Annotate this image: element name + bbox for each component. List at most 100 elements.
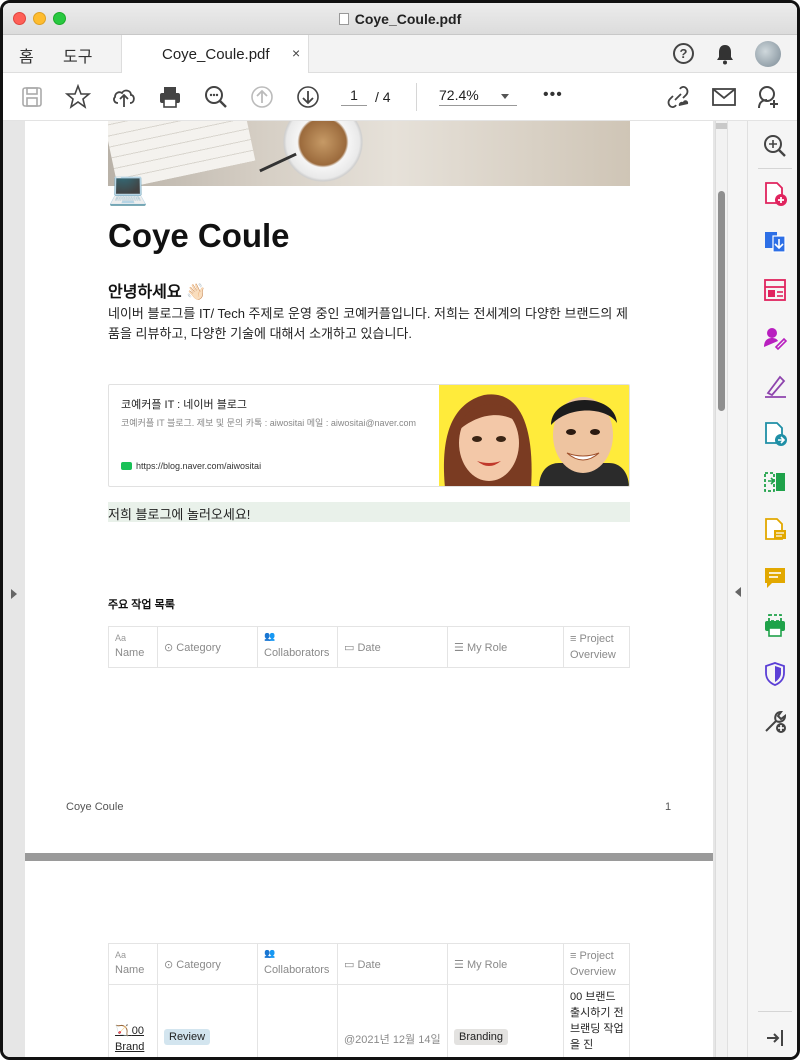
column-header-collaborators[interactable]: 👥 Collaborators — [258, 944, 338, 984]
cell-role[interactable]: Branding — [448, 985, 564, 1057]
table-row[interactable]: 🏹 00 Brand Review @2021년 12월 14일 Brandin… — [108, 984, 630, 1057]
column-label-role-text: My Role — [466, 959, 508, 971]
cell-name[interactable]: 🏹 00 Brand — [108, 985, 158, 1057]
fill-sign-icon[interactable] — [762, 373, 788, 399]
tab-bar: 홈 도구 Coye_Coule.pdf × ? — [3, 35, 797, 73]
tab-document[interactable]: Coye_Coule.pdf × — [121, 35, 309, 73]
row-name-link[interactable]: 🏹 00 Brand — [115, 1023, 157, 1055]
column-header-date[interactable]: ▭ Date — [338, 944, 448, 984]
cell-date[interactable]: @2021년 12월 14일 — [338, 985, 448, 1057]
document-icon — [338, 13, 349, 25]
column-header-overview[interactable]: ≡ Project Overview — [564, 627, 630, 667]
table-header-row: Aa Name ⊙ Category 👥 Collaborators ▭ Dat… — [108, 944, 630, 984]
notification-bell-icon[interactable] — [715, 43, 735, 65]
multiselect-type-icon: ☰ — [454, 959, 464, 971]
request-signatures-icon[interactable] — [762, 325, 788, 351]
help-icon[interactable]: ? — [673, 43, 694, 64]
page-number-input[interactable]: 1 — [341, 87, 367, 106]
add-user-icon[interactable] — [755, 84, 781, 110]
compare-files-icon[interactable] — [762, 469, 788, 495]
bookmark-star-icon[interactable] — [65, 84, 91, 110]
column-header-category[interactable]: ⊙ Category — [158, 944, 258, 984]
page-footer-title: Coye Coule — [66, 801, 124, 813]
page-separator — [25, 853, 713, 861]
user-avatar[interactable] — [755, 41, 781, 67]
column-label-date: ▭ Date — [344, 958, 381, 971]
tools-panel — [747, 121, 797, 1057]
column-label-role: ☰ My Role — [454, 641, 507, 654]
text-type-icon: Aa — [115, 633, 127, 643]
cell-collaborators[interactable] — [258, 985, 338, 1057]
column-header-name[interactable]: Aa Name — [108, 627, 158, 667]
export-pdf-icon[interactable] — [762, 229, 788, 255]
previous-page-icon[interactable] — [249, 84, 275, 110]
comment-icon[interactable] — [762, 565, 788, 591]
column-header-collaborators[interactable]: 👥 Collaborators — [258, 627, 338, 667]
comment-file-icon[interactable] — [762, 517, 788, 543]
select-type-icon: ⊙ — [164, 959, 174, 971]
close-tab-button[interactable]: × — [292, 45, 300, 61]
calendar-icon: ▭ — [344, 959, 355, 971]
share-link-icon[interactable] — [665, 84, 691, 110]
cell-category[interactable]: Review — [158, 985, 258, 1057]
people-type-icon: 👥 — [264, 948, 276, 958]
more-options-icon[interactable]: ••• — [543, 86, 563, 104]
more-tools-wrench-icon[interactable] — [762, 709, 788, 735]
create-pdf-icon[interactable] — [762, 181, 788, 207]
table-header-row: Aa Name ⊙ Category 👥 Collaborators ▭ Dat… — [108, 627, 630, 667]
blog-bookmark-card[interactable]: 코예커플 IT : 네이버 블로그 코예커플 IT 블로그. 제보 및 문의 카… — [108, 384, 630, 487]
row-date: @2021년 12월 14일 — [344, 1034, 441, 1046]
zoom-tool-icon[interactable] — [762, 133, 788, 159]
next-page-icon[interactable] — [295, 84, 321, 110]
upload-cloud-icon[interactable] — [111, 84, 137, 110]
window-title-text: Coye_Coule.pdf — [354, 11, 462, 27]
people-type-icon: 👥 — [264, 631, 276, 641]
cell-overview[interactable]: 00 브랜드 출시하기 전 브랜딩 작업을 진 — [564, 985, 630, 1057]
column-label-date-text: Date — [357, 642, 381, 654]
toolbar-divider — [416, 83, 417, 111]
bookmark-url[interactable]: https://blog.naver.com/aiwositai — [121, 461, 261, 471]
tab-tools[interactable]: 도구 — [63, 43, 92, 67]
bookmark-url-text: https://blog.naver.com/aiwositai — [136, 461, 262, 471]
toolbar: 1 / 4 72.4% ••• — [3, 73, 797, 121]
text-type-icon: Aa — [115, 950, 127, 960]
page-title: Coye Coule — [108, 217, 290, 254]
column-label-category: ⊙ Category — [164, 958, 221, 971]
projects-table-continued: Aa Name ⊙ Category 👥 Collaborators ▭ Dat… — [108, 943, 630, 1057]
scrollbar-thumb[interactable] — [718, 191, 725, 411]
zoom-search-icon[interactable] — [203, 84, 229, 110]
email-icon[interactable] — [711, 84, 737, 110]
projects-table: Aa Name ⊙ Category 👥 Collaborators ▭ Dat… — [108, 626, 630, 668]
app-window: Coye_Coule.pdf 홈 도구 Coye_Coule.pdf × ? 1… — [0, 0, 800, 1060]
column-header-overview[interactable]: ≡ Project Overview — [564, 944, 630, 984]
column-header-role[interactable]: ☰ My Role — [448, 944, 564, 984]
collapse-panel-icon[interactable] — [762, 1025, 788, 1051]
column-label-date: ▭ Date — [344, 641, 381, 654]
print-icon[interactable] — [157, 84, 183, 110]
column-header-category[interactable]: ⊙ Category — [158, 627, 258, 667]
chevron-down-icon[interactable] — [501, 94, 509, 99]
couple-illustration — [439, 385, 629, 486]
column-header-date[interactable]: ▭ Date — [338, 627, 448, 667]
send-for-review-icon[interactable] — [762, 421, 788, 447]
left-panel-toggle-icon[interactable] — [11, 589, 17, 599]
bookmark-thumbnail — [439, 385, 629, 486]
pdf-page-2: Aa Name ⊙ Category 👥 Collaborators ▭ Dat… — [25, 861, 713, 1057]
print-production-icon[interactable] — [762, 613, 788, 639]
tab-home[interactable]: 홈 — [19, 43, 34, 67]
right-panel-toggle[interactable] — [727, 121, 747, 1057]
multiselect-type-icon: ☰ — [454, 642, 464, 654]
column-label-category-text: Category — [176, 959, 221, 971]
document-viewer[interactable]: 💻 Coye Coule 안녕하세요 👋🏻 네이버 블로그를 IT/ Tech … — [3, 121, 715, 1057]
protect-shield-icon[interactable] — [762, 661, 788, 687]
bow-arrow-icon: 🏹 — [115, 1025, 129, 1037]
callout-block: 저희 블로그에 놀러오세요! — [108, 502, 630, 522]
save-icon[interactable] — [19, 84, 45, 110]
collapse-caret-icon[interactable] — [735, 587, 741, 597]
organize-pages-icon[interactable] — [762, 277, 788, 303]
column-label-overview: ≡ Project Overview — [570, 631, 629, 663]
vertical-scrollbar[interactable] — [715, 121, 728, 1057]
column-header-name[interactable]: Aa Name — [108, 944, 158, 984]
page-icon: 💻 — [108, 170, 148, 206]
column-header-role[interactable]: ☰ My Role — [448, 627, 564, 667]
